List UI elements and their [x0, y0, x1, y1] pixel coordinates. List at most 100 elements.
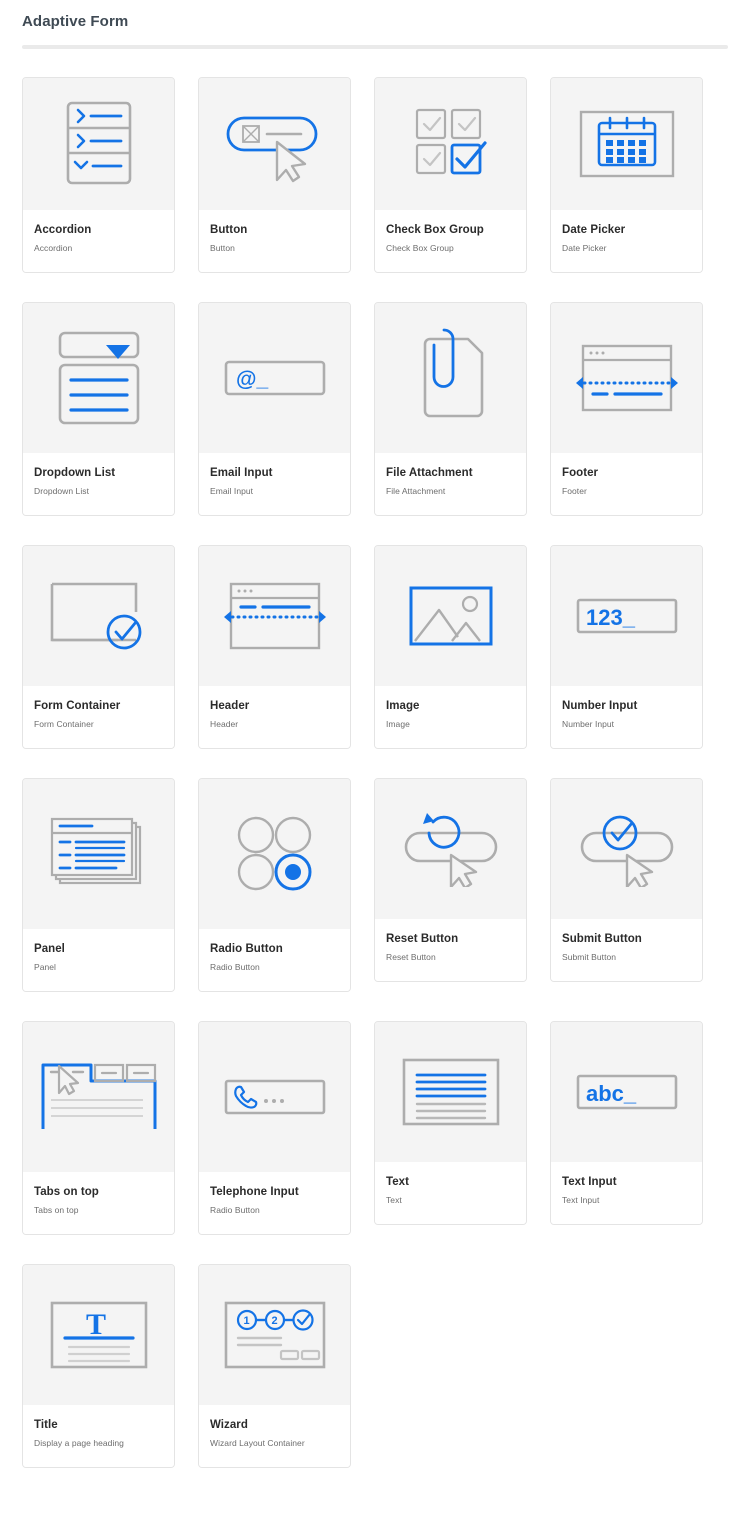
- wizard-icon: 1 2: [223, 1300, 327, 1370]
- text-input-icon: abc_: [576, 1074, 678, 1110]
- card-subtitle: Accordion: [34, 243, 73, 253]
- component-card-submit-button[interactable]: Submit Button Submit Button: [550, 778, 703, 982]
- card-title: Image: [386, 700, 420, 712]
- card-thumbnail: [199, 1022, 350, 1172]
- button-icon: [223, 104, 327, 184]
- card-subtitle: Dropdown List: [34, 486, 89, 496]
- card-thumbnail: [199, 546, 350, 686]
- card-title: Date Picker: [562, 224, 626, 236]
- radio-button-icon: [235, 815, 315, 893]
- component-card-reset-button[interactable]: Reset Button Reset Button: [374, 778, 527, 982]
- telephone-input-icon: [224, 1079, 326, 1115]
- card-subtitle: Display a page heading: [34, 1438, 124, 1448]
- card-subtitle: Form Container: [34, 719, 94, 729]
- component-card-number-input[interactable]: 123_ Number Input Number Input: [550, 545, 703, 749]
- component-card-accordion[interactable]: Accordion Accordion: [22, 77, 175, 273]
- card-title: Email Input: [210, 467, 273, 479]
- card-title: Button: [210, 224, 248, 236]
- card-thumbnail: [199, 78, 350, 210]
- card-body: Panel Panel: [23, 929, 174, 991]
- wizard-step-1-text: 1: [243, 1315, 249, 1327]
- card-subtitle: Email Input: [210, 486, 254, 496]
- card-body: Text Text: [375, 1162, 526, 1224]
- card-subtitle: Header: [210, 719, 239, 729]
- card-title: Title: [34, 1419, 58, 1431]
- card-thumbnail: [23, 303, 174, 453]
- wizard-step-2-text: 2: [271, 1315, 277, 1327]
- component-grid: Accordion Accordion Button Button Check …: [0, 49, 750, 1508]
- card-thumbnail: 1 2: [199, 1265, 350, 1405]
- card-thumbnail: [23, 78, 174, 210]
- component-card-text-input[interactable]: abc_ Text Input Text Input: [550, 1021, 703, 1225]
- title-letter-text: T: [86, 1308, 106, 1341]
- card-thumbnail: [23, 779, 174, 929]
- card-thumbnail: abc_: [551, 1022, 702, 1162]
- card-subtitle: File Attachment: [386, 486, 446, 496]
- card-subtitle: Button: [210, 243, 235, 253]
- reset-button-icon: [398, 811, 504, 887]
- card-thumbnail: T: [23, 1265, 174, 1405]
- email-input-placeholder-text: @_: [236, 368, 268, 391]
- component-card-tabs-on-top[interactable]: Tabs on top Tabs on top: [22, 1021, 175, 1235]
- card-body: Number Input Number Input: [551, 686, 702, 748]
- component-card-image[interactable]: Image Image: [374, 545, 527, 749]
- card-subtitle: Submit Button: [562, 952, 617, 962]
- card-body: Image Image: [375, 686, 526, 748]
- card-subtitle: Radio Button: [210, 1205, 260, 1215]
- component-card-radio-button[interactable]: Radio Button Radio Button: [198, 778, 351, 992]
- card-subtitle: Radio Button: [210, 962, 260, 972]
- card-subtitle: Wizard Layout Container: [210, 1438, 305, 1448]
- component-card-button[interactable]: Button Button: [198, 77, 351, 273]
- card-thumbnail: [375, 1022, 526, 1162]
- card-thumbnail: [375, 303, 526, 453]
- number-input-icon: 123_: [576, 598, 678, 634]
- card-title: Footer: [562, 467, 599, 479]
- card-subtitle: Footer: [562, 486, 587, 496]
- card-body: Telephone Input Radio Button: [199, 1172, 350, 1234]
- card-body: Email Input Email Input: [199, 453, 350, 515]
- paperclip-document-icon: [411, 328, 491, 428]
- card-title: Submit Button: [562, 933, 642, 945]
- card-body: Accordion Accordion: [23, 210, 174, 272]
- card-subtitle: Text: [386, 1195, 402, 1205]
- card-title: Telephone Input: [210, 1186, 299, 1198]
- card-body: Footer Footer: [551, 453, 702, 515]
- submit-button-icon: [574, 811, 680, 887]
- component-card-title[interactable]: T Title Display a page heading: [22, 1264, 175, 1468]
- component-card-text[interactable]: Text Text: [374, 1021, 527, 1225]
- card-title: Dropdown List: [34, 467, 116, 479]
- checkbox-group-icon: [409, 104, 493, 184]
- tabs-on-top-icon: [39, 1061, 159, 1133]
- card-title: Radio Button: [210, 943, 283, 955]
- card-body: Dropdown List Dropdown List: [23, 453, 174, 515]
- card-title: Tabs on top: [34, 1186, 99, 1198]
- card-title: Check Box Group: [386, 224, 484, 236]
- footer-icon: [571, 342, 683, 414]
- component-card-form-container[interactable]: Form Container Form Container: [22, 545, 175, 749]
- card-subtitle: Check Box Group: [386, 243, 454, 253]
- component-card-footer[interactable]: Footer Footer: [550, 302, 703, 516]
- card-subtitle: Image: [386, 719, 410, 729]
- card-body: Form Container Form Container: [23, 686, 174, 748]
- image-icon: [408, 585, 494, 647]
- component-card-header[interactable]: Header Header: [198, 545, 351, 749]
- component-card-panel[interactable]: Panel Panel: [22, 778, 175, 992]
- card-body: Header Header: [199, 686, 350, 748]
- card-body: Button Button: [199, 210, 350, 272]
- card-thumbnail: [375, 779, 526, 919]
- email-input-icon: @_: [224, 360, 326, 396]
- component-card-file-attachment[interactable]: File Attachment File Attachment: [374, 302, 527, 516]
- card-title: Reset Button: [386, 933, 459, 945]
- card-body: Radio Button Radio Button: [199, 929, 350, 991]
- card-thumbnail: [551, 78, 702, 210]
- card-body: File Attachment File Attachment: [375, 453, 526, 515]
- component-card-dropdown-list[interactable]: Dropdown List Dropdown List: [22, 302, 175, 516]
- card-subtitle: Panel: [34, 962, 56, 972]
- card-subtitle: Number Input: [562, 719, 615, 729]
- card-thumbnail: [551, 779, 702, 919]
- component-card-date-picker[interactable]: Date Picker Date Picker: [550, 77, 703, 273]
- component-card-wizard[interactable]: 1 2 Wizard Wizard Layout Container: [198, 1264, 351, 1468]
- component-card-telephone-input[interactable]: Telephone Input Radio Button: [198, 1021, 351, 1235]
- component-card-check-box-group[interactable]: Check Box Group Check Box Group: [374, 77, 527, 273]
- component-card-email-input[interactable]: @_ Email Input Email Input: [198, 302, 351, 516]
